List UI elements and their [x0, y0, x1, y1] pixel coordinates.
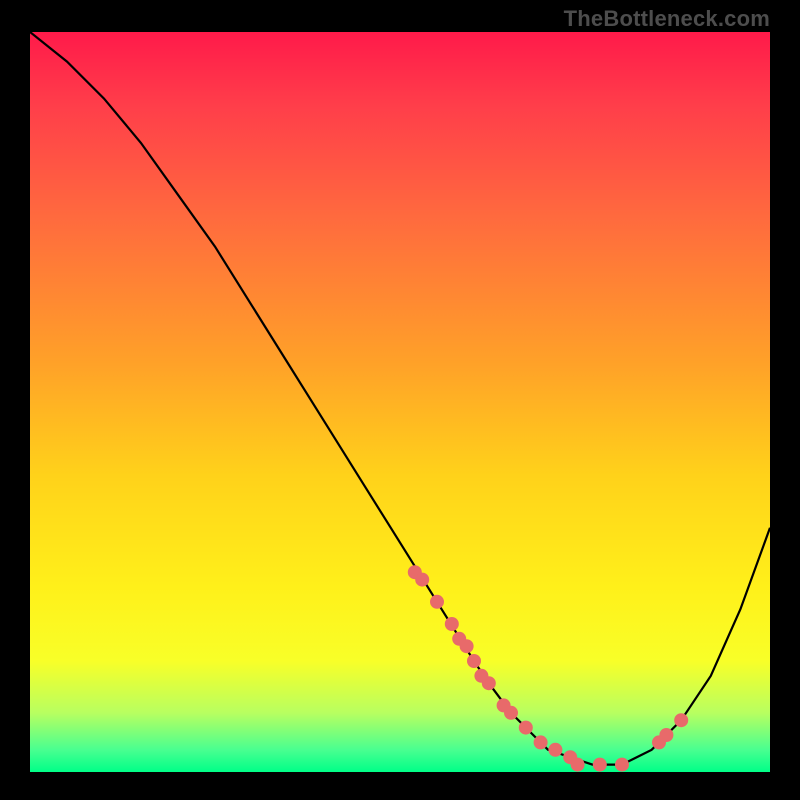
data-point [445, 617, 459, 631]
chart-svg [30, 32, 770, 772]
watermark-label: TheBottleneck.com [564, 6, 770, 32]
plot-area [30, 32, 770, 772]
data-point [674, 713, 688, 727]
data-point [593, 758, 607, 772]
data-point [504, 706, 518, 720]
data-point [659, 728, 673, 742]
chart-stage: TheBottleneck.com [0, 0, 800, 800]
marker-group [408, 565, 688, 771]
data-point [519, 721, 533, 735]
data-point [615, 758, 629, 772]
data-point [571, 758, 585, 772]
data-point [460, 639, 474, 653]
data-point [534, 735, 548, 749]
data-point [548, 743, 562, 757]
data-point [482, 676, 496, 690]
data-point [430, 595, 444, 609]
data-point [467, 654, 481, 668]
bottleneck-curve [30, 32, 770, 765]
data-point [415, 573, 429, 587]
